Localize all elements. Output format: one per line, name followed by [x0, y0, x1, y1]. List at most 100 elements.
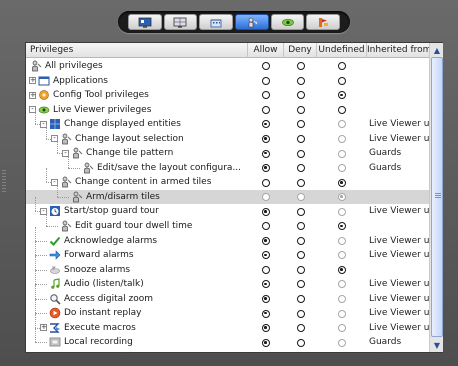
table-row[interactable]: - Live Viewer privileges	[26, 103, 429, 118]
allow-radio[interactable]	[262, 251, 270, 260]
deny-radio[interactable]	[296, 91, 305, 100]
deny-radio[interactable]	[296, 222, 305, 231]
undefined-radio[interactable]	[338, 295, 346, 304]
deny-radio[interactable]	[296, 309, 305, 318]
undefined-radio[interactable]	[338, 91, 346, 100]
deny-radio[interactable]	[296, 62, 305, 71]
table-row[interactable]: -Change displayed entities Live Viewer us…	[26, 110, 429, 132]
expand-icon[interactable]: +	[29, 91, 36, 99]
deny-radio[interactable]	[296, 324, 305, 333]
table-row[interactable]: Access digital zoom Live Viewer users	[26, 284, 429, 307]
privilege-label: Applications	[53, 75, 108, 86]
table-row[interactable]: + Applications	[26, 74, 429, 89]
scroll-down-icon[interactable]: ▼	[431, 339, 443, 351]
allow-radio[interactable]	[262, 76, 270, 85]
allow-radio[interactable]	[262, 338, 270, 347]
scroll-up-icon[interactable]: ▲	[431, 44, 443, 56]
deny-radio[interactable]	[296, 236, 305, 245]
table-row[interactable]: + Execute macros Live Viewer users	[26, 313, 429, 336]
undefined-radio[interactable]	[338, 135, 346, 143]
vertical-scrollbar[interactable]: ▲ ▼	[429, 43, 443, 352]
deny-radio[interactable]	[296, 149, 305, 158]
column-header-inherited-from[interactable]: Inherited from	[367, 43, 429, 58]
allow-radio[interactable]	[262, 120, 270, 129]
deny-radio[interactable]	[296, 135, 305, 143]
deny-radio[interactable]	[296, 105, 305, 114]
undefined-radio[interactable]	[338, 207, 346, 216]
allow-radio[interactable]	[262, 207, 270, 216]
building-view-button[interactable]	[199, 14, 233, 30]
table-row[interactable]: Do instant replay Live Viewer users	[26, 299, 429, 321]
deny-radio[interactable]	[296, 193, 305, 202]
allow-radio[interactable]	[262, 149, 270, 158]
allow-radio[interactable]	[262, 280, 270, 289]
allow-radio[interactable]	[262, 309, 270, 318]
table-row[interactable]: + Config Tool privileges	[26, 88, 429, 103]
undefined-radio[interactable]	[338, 236, 346, 245]
undefined-radio[interactable]	[338, 265, 346, 274]
undefined-radio[interactable]	[338, 338, 346, 347]
undefined-radio[interactable]	[338, 149, 346, 158]
table-row[interactable]: Local recording Guards	[26, 328, 429, 350]
table-row[interactable]: Snooze alarms	[26, 255, 429, 278]
table-row[interactable]: - Change tile pattern Guards	[26, 139, 429, 161]
allow-radio[interactable]	[262, 105, 270, 114]
column-header-undefined[interactable]: Undefined	[317, 43, 367, 58]
undefined-radio[interactable]	[338, 178, 346, 187]
expand-icon[interactable]: +	[29, 77, 36, 85]
table-row[interactable]: Edit guard tour dwell time	[26, 212, 429, 234]
table-row[interactable]: Forward alarms Live Viewer users	[26, 241, 429, 263]
column-header-allow[interactable]: Allow	[248, 43, 284, 58]
undefined-radio[interactable]	[338, 324, 346, 333]
allow-radio[interactable]	[262, 62, 270, 71]
grid-view-button[interactable]	[163, 14, 198, 30]
allow-radio[interactable]	[262, 193, 270, 202]
expand-icon[interactable]: +	[40, 324, 47, 332]
column-header-deny[interactable]: Deny	[284, 43, 317, 58]
allow-radio[interactable]	[262, 222, 270, 231]
eye-view-button[interactable]	[270, 14, 305, 30]
deny-radio[interactable]	[296, 265, 305, 274]
deny-radio[interactable]	[296, 295, 305, 304]
undefined-radio[interactable]	[338, 193, 346, 202]
undefined-radio[interactable]	[338, 76, 346, 85]
privileges-view-button[interactable]	[235, 14, 269, 30]
undefined-radio[interactable]	[338, 251, 346, 260]
allow-radio[interactable]	[262, 164, 270, 173]
allow-radio[interactable]	[262, 324, 270, 333]
undefined-radio[interactable]	[338, 105, 346, 114]
table-row[interactable]: Acknowledge alarms Live Viewer users	[26, 226, 429, 249]
table-row[interactable]: Arm/disarm tiles	[26, 182, 429, 205]
bookmark-view-button[interactable]	[306, 14, 341, 30]
table-row[interactable]: -Change layout selection Live Viewer user…	[26, 124, 429, 147]
deny-radio[interactable]	[296, 338, 305, 347]
allow-radio[interactable]	[262, 265, 270, 274]
deny-radio[interactable]	[296, 164, 305, 173]
table-row[interactable]: -Start/stop guard tour Live Viewer users	[26, 197, 429, 219]
monitor-view-button[interactable]	[127, 14, 162, 30]
deny-radio[interactable]	[296, 280, 305, 289]
scrollbar-thumb[interactable]	[431, 57, 443, 337]
table-row[interactable]: - Change content in armed tiles	[26, 168, 429, 190]
undefined-radio[interactable]	[338, 222, 346, 231]
resize-grip[interactable]	[2, 170, 6, 194]
allow-radio[interactable]	[262, 91, 270, 100]
allow-radio[interactable]	[262, 135, 270, 143]
table-row[interactable]: Audio (listen/talk) Live Viewer users	[26, 270, 429, 292]
allow-radio[interactable]	[262, 178, 270, 187]
column-header-privileges[interactable]: Privileges	[26, 43, 248, 58]
table-row[interactable]: Edit/save the layout configura... Guards	[26, 153, 429, 176]
allow-radio[interactable]	[262, 236, 270, 245]
deny-radio[interactable]	[296, 178, 305, 187]
deny-radio[interactable]	[296, 120, 305, 129]
deny-radio[interactable]	[296, 251, 305, 260]
undefined-radio[interactable]	[338, 120, 346, 129]
undefined-radio[interactable]	[338, 280, 346, 289]
undefined-radio[interactable]	[338, 164, 346, 173]
undefined-radio[interactable]	[338, 62, 346, 71]
deny-radio[interactable]	[296, 76, 305, 85]
deny-radio[interactable]	[296, 207, 305, 216]
undefined-radio[interactable]	[338, 309, 346, 318]
table-row[interactable]: All privileges	[26, 59, 429, 74]
allow-radio[interactable]	[262, 295, 270, 304]
